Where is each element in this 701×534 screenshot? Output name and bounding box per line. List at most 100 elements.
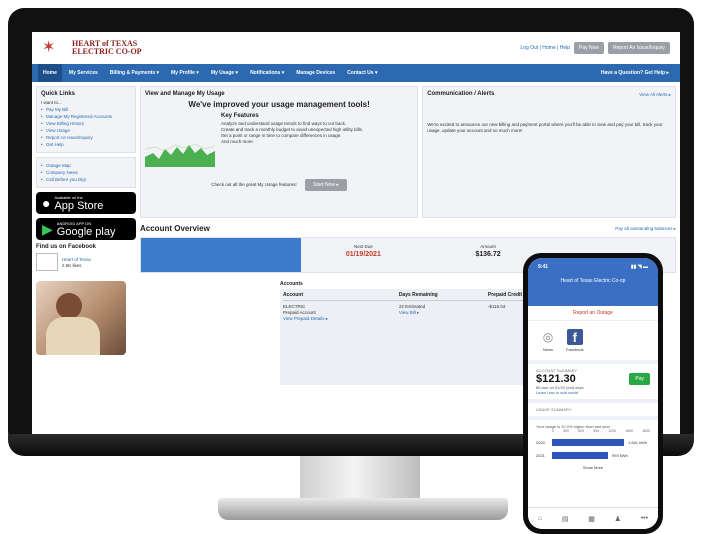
nav-home[interactable]: Home — [38, 64, 62, 82]
header-links: Log Out | Home | Help Pay Now Report An … — [520, 42, 670, 54]
pay-all-link[interactable]: Pay all outstanding balances ▸ — [615, 225, 676, 232]
next-due-label: Next Due — [353, 244, 373, 249]
news-tile[interactable]: ◎ News — [540, 329, 556, 352]
next-due-value: 01/19/2021 — [345, 251, 381, 258]
monitor-stand-neck — [300, 456, 420, 502]
axis-tick: 600 — [578, 429, 585, 433]
usage-area-chart-illustration — [145, 143, 215, 167]
axis-tick: 0 — [552, 429, 554, 433]
report-outage-link[interactable]: Report an Outage — [528, 306, 658, 321]
account-cell: ELECTRIC Prepaid Account View Prepaid De… — [283, 301, 399, 322]
nav-manage-devices[interactable]: Manage Devices — [291, 64, 340, 82]
usage-bar-row: 2021 993 kWh — [536, 452, 650, 459]
view-bill-link[interactable]: View Bill ▸ — [399, 310, 488, 316]
billing-tab-icon[interactable]: ▤ — [562, 515, 569, 523]
link-billing-history[interactable]: View Billing History — [41, 120, 131, 127]
usage-body: Key Features Analyze and understand usag… — [145, 113, 413, 167]
nav-usage[interactable]: My Usage ▾ — [206, 64, 243, 82]
feature-4: And much more. — [221, 139, 255, 144]
amount-label: Amount — [480, 244, 496, 249]
usage-panel: View and Manage My Usage We've improved … — [140, 86, 419, 218]
bar-value: 993 kWh — [612, 453, 628, 458]
phone-usage-label-section: USAGE SUMMARY — [528, 403, 658, 420]
link-pay-bill[interactable]: Pay My Bill — [41, 106, 131, 113]
report-issue-button[interactable]: Report An Issue/Inquiry — [608, 42, 670, 54]
comm-body: We're excited to announce our new billin… — [427, 122, 663, 133]
link-manage-accounts[interactable]: Manage My Registered Accounts — [41, 113, 131, 120]
link-get-help[interactable]: Get Help — [41, 141, 131, 148]
axis-tick: 900 — [593, 429, 600, 433]
secondary-links-list: Outage Map Company News Call Before you … — [41, 162, 131, 183]
app-store-badge[interactable]: ● Available on the App Store — [36, 192, 136, 214]
phone-axis: 0 300 600 900 1200 1500 1800 — [552, 429, 650, 433]
usage-bar — [552, 452, 608, 459]
star-logo-icon: ✶ — [42, 39, 56, 56]
prepaid-details-link[interactable]: View Prepaid Details ▸ — [283, 316, 399, 322]
account-tab-icon[interactable]: ♟ — [615, 515, 621, 523]
usage-tab-icon[interactable]: ▦ — [588, 515, 595, 523]
usage-cta-text: Check out all the great My Usage feature… — [211, 182, 297, 187]
nav-notifications[interactable]: Notifications ▾ — [245, 64, 289, 82]
news-label: News — [542, 347, 553, 352]
news-icon: ◎ — [542, 330, 554, 344]
more-tab-icon[interactable]: ••• — [641, 515, 648, 522]
quick-links-panel: Quick Links I want to... Pay My Bill Man… — [36, 86, 136, 153]
usage-headline: We've improved your usage management too… — [188, 100, 370, 109]
logo-line2: ELECTRIC CO-OP — [72, 47, 142, 56]
usage-cta: Check out all the great My Usage feature… — [145, 173, 413, 191]
fb-likes: 2.5K likes — [62, 262, 82, 268]
account-overview-header: Account Overview Pay all outstanding bal… — [140, 224, 676, 233]
view-all-alerts-link[interactable]: View All Alerts ▸ — [639, 91, 671, 100]
woman-with-tablet-photo — [36, 281, 126, 355]
comm-header: Communication / Alerts View All Alerts ▸ — [427, 91, 671, 100]
nav-billing[interactable]: Billing & Payments ▾ — [105, 64, 164, 82]
account-overview-title: Account Overview — [140, 224, 210, 233]
home-tab-icon[interactable]: ⌂ — [538, 515, 542, 522]
link-view-usage[interactable]: View Usage — [41, 127, 131, 134]
nav-my-services[interactable]: My Services — [64, 64, 103, 82]
facebook-card[interactable]: Heart of Texas 2.5K likes — [36, 253, 136, 271]
link-company-news[interactable]: Company News — [41, 169, 131, 176]
phone-account-summary: ACCOUNT SUMMARY $121.30 Pay $0 due on 01… — [528, 364, 658, 403]
facebook-thumbnail — [36, 253, 58, 271]
quick-links-title: Quick Links — [41, 91, 76, 97]
phone-amount-row: $121.30 Pay — [536, 373, 650, 385]
key-features: Key Features Analyze and understand usag… — [221, 113, 363, 167]
link-call-before-dig[interactable]: Call Before you Dig! — [41, 176, 131, 183]
axis-tick: 1200 — [608, 429, 617, 433]
secondary-links-panel: Outage Map Company News Call Before you … — [36, 157, 136, 188]
pay-now-button[interactable]: Pay Now — [574, 42, 605, 54]
col-account: Account — [283, 292, 399, 301]
photo-head — [56, 293, 82, 319]
usage-panel-title: View and Manage My Usage — [145, 91, 225, 97]
nav-get-help[interactable]: Have a Question? Get Help ▸ — [596, 64, 674, 82]
link-outage-map[interactable]: Outage Map — [41, 162, 131, 169]
usage-bar-row: 2020 1,641 kWh — [536, 439, 650, 446]
play-icon: ▶ — [42, 221, 53, 237]
facebook-label: Facebook — [566, 347, 584, 352]
phone-social-row: ◎ News f Facebook — [528, 321, 658, 364]
phone-amount: $121.30 — [536, 373, 576, 385]
google-play-badge[interactable]: ▶ ANDROID APP ON Google play — [36, 218, 136, 240]
quick-links-list: Pay My Bill Manage My Registered Account… — [41, 106, 131, 148]
nav-profile[interactable]: My Profile ▾ — [166, 64, 204, 82]
start-now-button[interactable]: Start Now ▸ — [305, 179, 347, 191]
phone-add-credit-link[interactable]: Learn how to add credit — [536, 390, 650, 395]
axis-tick: 1800 — [642, 429, 650, 433]
bar-label: 2021 — [536, 453, 545, 458]
marketing-composite: ✶ HEART of TEXAS ELECTRIC CO-OP Log Out … — [0, 0, 701, 534]
usage-bar — [552, 439, 624, 446]
site-header: ✶ HEART of TEXAS ELECTRIC CO-OP Log Out … — [32, 32, 680, 64]
sidebar: Quick Links I want to... Pay My Bill Man… — [36, 86, 136, 385]
coop-logo[interactable]: ✶ HEART of TEXAS ELECTRIC CO-OP — [42, 39, 142, 57]
phone-usage-label: USAGE SUMMARY — [536, 407, 572, 412]
communication-panel: Communication / Alerts View All Alerts ▸… — [422, 86, 676, 218]
nav-contact[interactable]: Contact Us ▾ — [342, 64, 382, 82]
facebook-tile[interactable]: f Facebook — [566, 329, 584, 352]
phone-app-header: 9:41 ▮▮ ◥ ▬ Heart of Texas Electric Co-o… — [528, 258, 658, 306]
header-nav-links[interactable]: Log Out | Home | Help — [520, 45, 570, 51]
show-more-link[interactable]: Show More — [536, 465, 650, 470]
phone-pay-button[interactable]: Pay — [629, 373, 650, 385]
link-report-issue[interactable]: Report An Issue/Inquiry — [41, 134, 131, 141]
days-cell: 22 Estimated View Bill ▸ — [399, 301, 488, 322]
